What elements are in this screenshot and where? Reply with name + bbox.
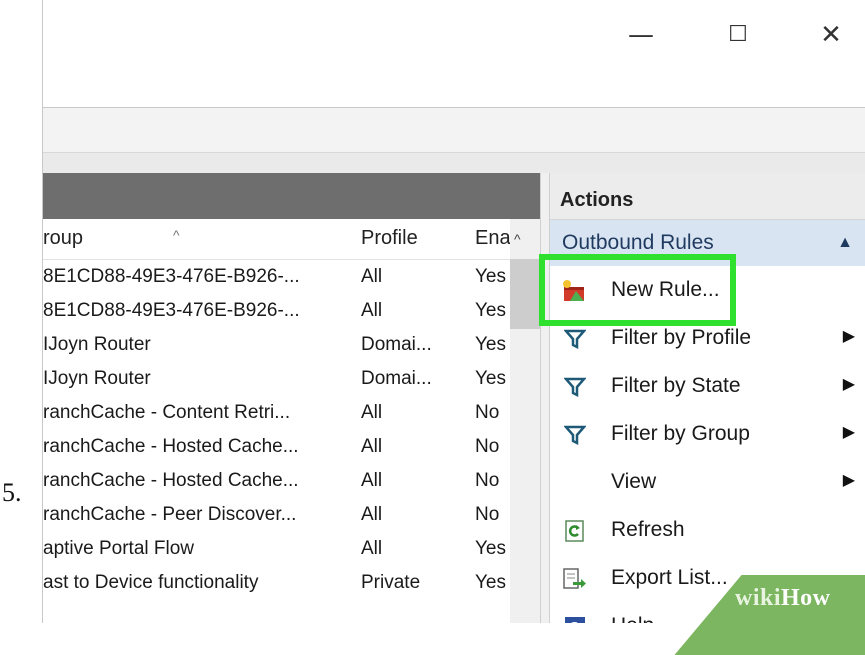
submenu-arrow-icon: ▶ <box>842 328 855 345</box>
submenu-arrow-icon: ▶ <box>842 376 855 393</box>
filter-by-state-action[interactable]: Filter by State ▶ <box>550 362 865 410</box>
cell-group: ranchCache - Hosted Cache... <box>43 436 299 457</box>
section-label: Outbound Rules <box>562 231 714 254</box>
filter-icon <box>562 326 588 352</box>
cell-enabled: No <box>475 504 500 525</box>
column-profile[interactable]: Profile <box>361 227 418 250</box>
filter-icon <box>562 422 588 448</box>
column-group[interactable]: roup <box>43 227 83 250</box>
table-row[interactable]: IJoyn Router Domai... Yes <box>43 329 540 363</box>
actions-title: Actions <box>550 173 865 220</box>
action-label: Export List... <box>611 566 728 589</box>
cell-profile: All <box>361 538 383 559</box>
cell-profile: All <box>361 266 383 287</box>
list-header-bar <box>43 173 540 219</box>
filter-icon <box>562 374 588 400</box>
cell-enabled: No <box>475 470 500 491</box>
table-row[interactable]: IJoyn Router Domai... Yes <box>43 363 540 397</box>
action-label: Filter by Profile <box>611 326 752 349</box>
table-row[interactable]: 8E1CD88-49E3-476E-B926-... All Yes <box>43 295 540 329</box>
cell-profile: All <box>361 300 383 321</box>
maximize-button[interactable]: ☐ <box>718 18 758 52</box>
cell-group: ranchCache - Content Retri... <box>43 402 291 423</box>
close-button[interactable]: ✕ <box>811 18 851 52</box>
action-label: Help <box>611 614 654 623</box>
cell-profile: Domai... <box>361 334 432 355</box>
submenu-arrow-icon: ▶ <box>842 472 855 489</box>
actions-pane: Actions Outbound Rules ▲ New Rule... Fil… <box>549 173 865 623</box>
cell-group: ast to Device functionality <box>43 572 259 593</box>
scroll-up-icon[interactable]: ^ <box>514 231 521 247</box>
cell-enabled: Yes <box>475 368 506 389</box>
vertical-scrollbar[interactable]: ^ <box>510 219 540 623</box>
table-row[interactable]: aptive Portal Flow All Yes <box>43 533 540 567</box>
cell-enabled: Yes <box>475 538 506 559</box>
cell-group: 8E1CD88-49E3-476E-B926-... <box>43 266 300 287</box>
export-icon <box>562 566 588 592</box>
cell-group: aptive Portal Flow <box>43 538 195 559</box>
action-label: Refresh <box>611 518 685 541</box>
cell-profile: Private <box>361 572 421 593</box>
cell-enabled: No <box>475 436 500 457</box>
filter-by-group-action[interactable]: Filter by Group ▶ <box>550 410 865 458</box>
cell-group: ranchCache - Hosted Cache... <box>43 470 299 491</box>
table-row[interactable]: ranchCache - Hosted Cache... All No <box>43 431 540 465</box>
cell-profile: All <box>361 470 383 491</box>
refresh-icon <box>562 518 588 544</box>
cell-enabled: Yes <box>475 334 506 355</box>
cell-profile: Domai... <box>361 368 432 389</box>
view-action[interactable]: View ▶ <box>550 458 865 506</box>
column-headers: ^ roup Profile Ena <box>43 219 540 260</box>
action-label: Filter by Group <box>611 422 750 445</box>
minimize-button[interactable]: — <box>621 18 661 52</box>
cell-enabled: No <box>475 402 500 423</box>
rules-list: ^ roup Profile Ena 8E1CD88-49E3-476E-B92… <box>43 173 541 623</box>
table-row[interactable]: ranchCache - Hosted Cache... All No <box>43 465 540 499</box>
svg-text:?: ? <box>571 619 580 623</box>
wikihow-watermark: wikiHow <box>735 585 831 612</box>
cell-profile: All <box>361 402 383 423</box>
cell-group: ranchCache - Peer Discover... <box>43 504 297 525</box>
cell-enabled: Yes <box>475 300 506 321</box>
cell-group: IJoyn Router <box>43 368 151 389</box>
watermark-part2: How <box>781 585 831 611</box>
action-label: View <box>611 470 657 493</box>
rules-rows: 8E1CD88-49E3-476E-B926-... All Yes 8E1CD88… <box>43 261 540 601</box>
step-number: 5. <box>2 478 22 507</box>
collapse-icon[interactable]: ▲ <box>837 220 853 266</box>
sort-indicator-icon: ^ <box>173 227 180 243</box>
firewall-window: — ☐ ✕ ^ roup Profile Ena 8E1CD88-49E3-47… <box>42 0 865 623</box>
cell-group: 8E1CD88-49E3-476E-B926-... <box>43 300 300 321</box>
title-bar: — ☐ ✕ <box>43 0 865 108</box>
submenu-arrow-icon: ▶ <box>842 424 855 441</box>
column-enabled[interactable]: Ena <box>475 227 511 250</box>
cell-group: IJoyn Router <box>43 334 151 355</box>
menu-bar <box>43 108 865 153</box>
help-icon: ? <box>562 614 588 623</box>
refresh-action[interactable]: Refresh <box>550 506 865 554</box>
scroll-thumb[interactable] <box>510 259 540 329</box>
cell-profile: All <box>361 436 383 457</box>
table-row[interactable]: ast to Device functionality Private Yes <box>43 567 540 601</box>
action-label: Filter by State <box>611 374 741 397</box>
table-row[interactable]: ranchCache - Peer Discover... All No <box>43 499 540 533</box>
new-rule-highlight <box>539 254 736 326</box>
cell-profile: All <box>361 504 383 525</box>
cell-enabled: Yes <box>475 572 506 593</box>
toolbar <box>43 153 865 173</box>
watermark-part1: wiki <box>735 585 782 611</box>
cell-enabled: Yes <box>475 266 506 287</box>
table-row[interactable]: 8E1CD88-49E3-476E-B926-... All Yes <box>43 261 540 295</box>
table-row[interactable]: ranchCache - Content Retri... All No <box>43 397 540 431</box>
